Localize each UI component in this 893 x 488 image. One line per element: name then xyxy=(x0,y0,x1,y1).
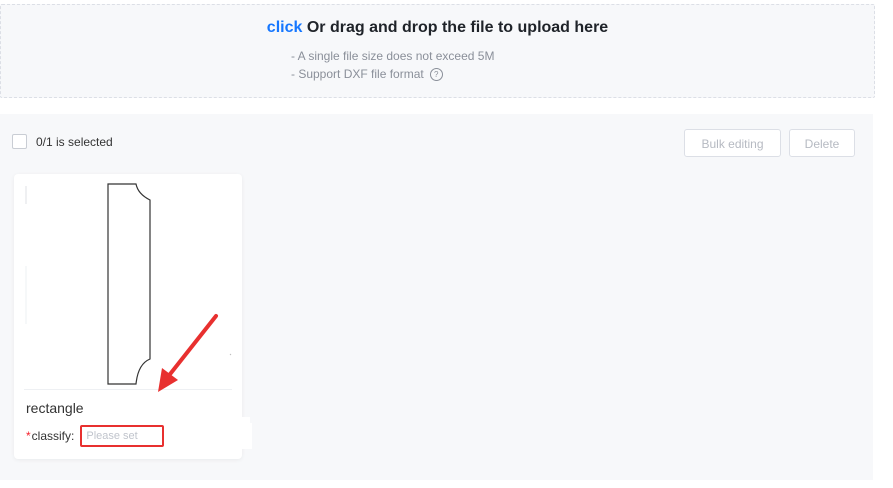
bulk-editing-button[interactable]: Bulk editing xyxy=(684,129,781,157)
select-all-row: 0/1 is selected xyxy=(12,134,113,149)
annotation-arrow xyxy=(158,314,218,392)
classify-input[interactable] xyxy=(80,425,165,447)
classify-label: classify: xyxy=(31,429,75,443)
upload-hints: - A single file size does not exceed 5M … xyxy=(291,47,494,83)
upload-title: click Or drag and drop the file to uploa… xyxy=(1,19,874,37)
card-side-strip xyxy=(238,417,250,445)
required-mark: * xyxy=(26,429,31,443)
hint-size: - A single file size does not exceed 5M xyxy=(291,47,494,65)
classify-row: * classify: xyxy=(26,423,252,449)
file-name: rectangle xyxy=(26,400,84,416)
upload-title-text: Or drag and drop the file to upload here xyxy=(306,19,609,36)
delete-button[interactable]: Delete xyxy=(789,129,855,157)
hint-format-text: - Support DXF file format xyxy=(291,67,424,81)
help-icon[interactable]: ? xyxy=(429,67,443,81)
hint-size-text: - A single file size does not exceed 5M xyxy=(291,49,495,63)
select-all-checkbox[interactable] xyxy=(12,134,27,149)
upload-click-link[interactable]: click xyxy=(267,19,303,36)
selected-count: 0/1 is selected xyxy=(36,134,113,149)
upload-dropzone[interactable]: click Or drag and drop the file to uploa… xyxy=(0,4,875,98)
hint-format: - Support DXF file format ? xyxy=(291,65,494,83)
file-list-panel: 0/1 is selected Bulk editing Delete rect… xyxy=(0,114,873,480)
